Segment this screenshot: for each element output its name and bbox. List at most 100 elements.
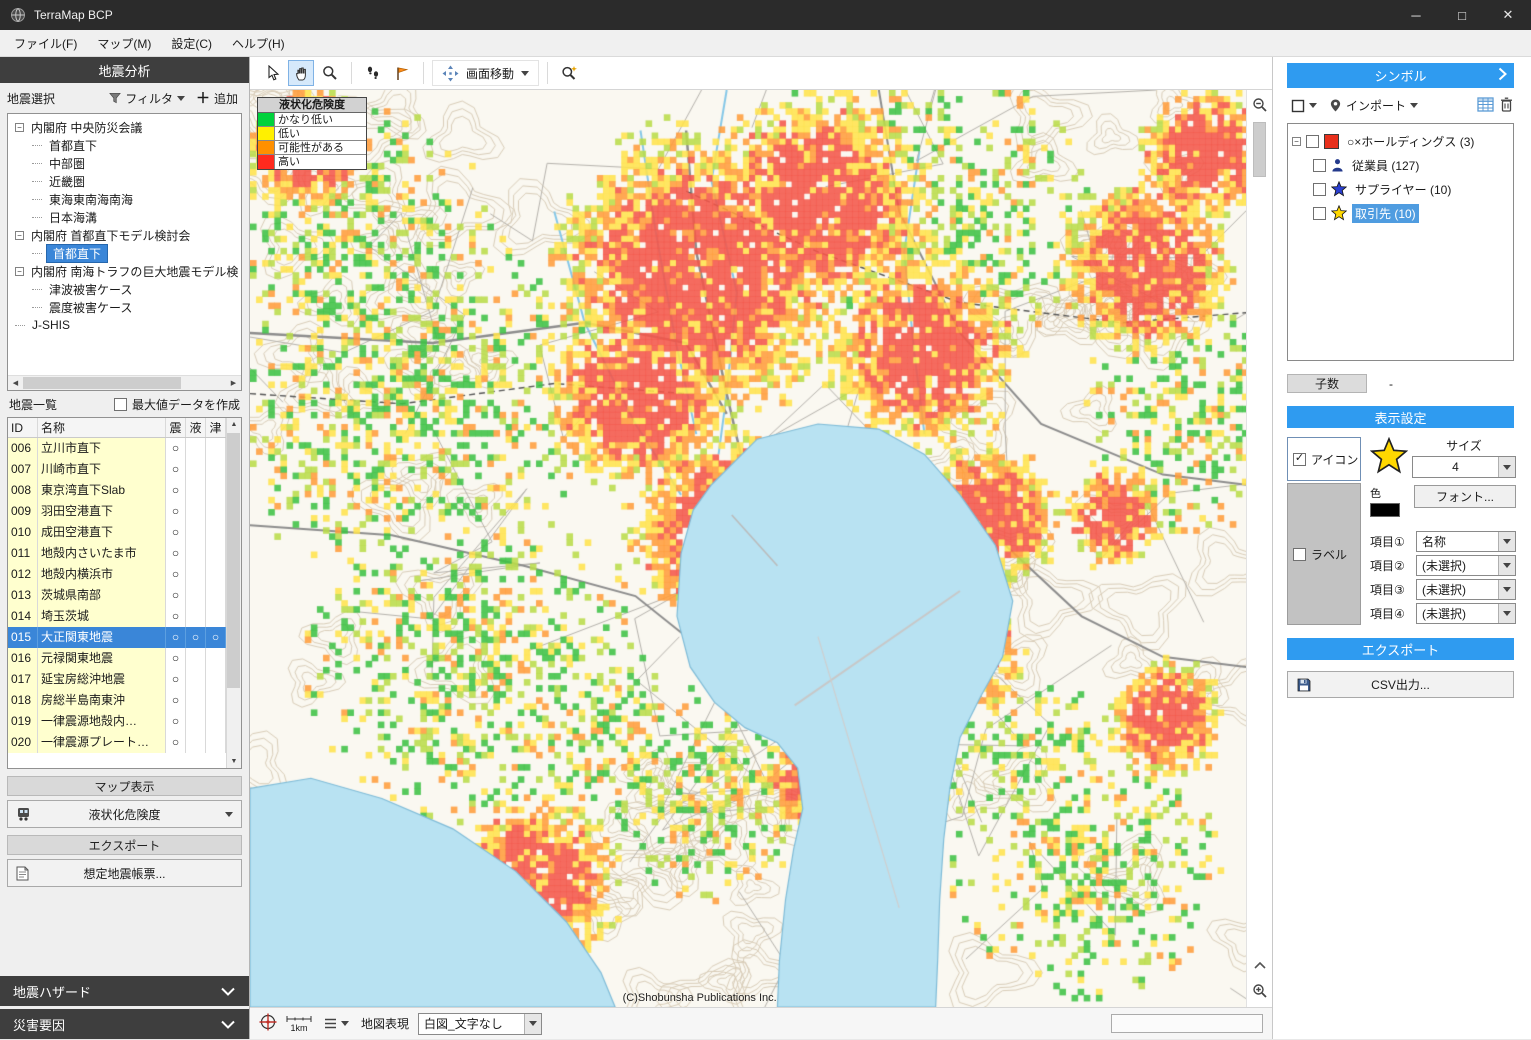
table-row[interactable]: 013茨城県南部○ xyxy=(8,585,226,606)
quake-source-tree[interactable]: −内閣府 中央防災会議首都直下中部圏近畿圏東海東南海南海日本海溝−内閣府 首都直… xyxy=(7,113,242,391)
icon-checkbox[interactable] xyxy=(1293,453,1306,466)
table-row[interactable]: 010成田空港直下○ xyxy=(8,522,226,543)
tree-item[interactable]: 中部圏 xyxy=(11,154,239,172)
column-header-liquefaction[interactable]: 液 xyxy=(186,418,206,437)
tree-item[interactable]: −内閣府 中央防災会議 xyxy=(11,118,239,136)
tree-item[interactable]: −内閣府 首都直下モデル検討会 xyxy=(11,226,239,244)
pan-hand-tool[interactable] xyxy=(288,60,314,86)
table-row[interactable]: 011地殻内さいたま市○ xyxy=(8,543,226,564)
field-drop-button[interactable] xyxy=(1498,604,1515,623)
tree-item[interactable]: −内閣府 南海トラフの巨大地震モデル検 xyxy=(11,262,239,280)
map-style-combo[interactable]: 白図_文字なし xyxy=(418,1013,542,1035)
tree-item[interactable]: 津波被害ケース xyxy=(11,280,239,298)
tree-horizontal-scrollbar[interactable]: ◀ ▶ xyxy=(8,375,241,390)
zoom-slider-thumb[interactable] xyxy=(1253,122,1266,177)
symbol-tree[interactable]: −○×ホールディングス (3)従業員 (127)サプライヤー (10)取引先 (… xyxy=(1287,123,1514,361)
select-cursor-tool[interactable] xyxy=(259,60,285,86)
symbol-checkbox[interactable] xyxy=(1313,183,1326,196)
tree-item[interactable]: 近畿圏 xyxy=(11,172,239,190)
field-drop-button[interactable] xyxy=(1498,580,1515,599)
column-header-tsunami[interactable]: 津 xyxy=(206,418,226,437)
table-row[interactable]: 014埼玉茨城○ xyxy=(8,606,226,627)
tree-item[interactable]: 首都直下 xyxy=(11,136,239,154)
maximize-button[interactable]: □ xyxy=(1439,0,1485,30)
symbol-tree-item[interactable]: −○×ホールディングス (3) xyxy=(1292,129,1509,153)
table-row[interactable]: 006立川市直下○ xyxy=(8,438,226,459)
table-row[interactable]: 008東京湾直下Slab○ xyxy=(8,480,226,501)
field-combo-3[interactable]: (未選択) xyxy=(1416,579,1516,600)
color-swatch[interactable] xyxy=(1370,503,1400,517)
route-tool[interactable] xyxy=(360,60,386,86)
field-combo-1[interactable]: 名称 xyxy=(1416,531,1516,552)
zoom-tool[interactable] xyxy=(317,60,343,86)
symbol-checkbox[interactable] xyxy=(1313,207,1326,220)
table-row[interactable]: 012地殻内横浜市○ xyxy=(8,564,226,585)
menu-item[interactable]: ファイル(F) xyxy=(4,30,87,57)
menu-item[interactable]: ヘルプ(H) xyxy=(222,30,295,57)
size-drop-button[interactable] xyxy=(1498,457,1515,477)
table-row[interactable]: 007川崎市直下○ xyxy=(8,459,226,480)
add-button[interactable]: ＋ 追加 xyxy=(192,88,242,109)
filter-button[interactable]: フィルタ xyxy=(105,88,189,109)
column-header-name[interactable]: 名称 xyxy=(38,418,166,437)
zoom-out-button[interactable] xyxy=(1249,94,1271,116)
zoom-search-tool[interactable] xyxy=(556,60,582,86)
column-header-id[interactable]: ID xyxy=(8,418,38,437)
flag-tool[interactable] xyxy=(389,60,415,86)
map-viewport[interactable]: 液状化危険度 かなり低い低い可能性がある高い (C)Shobunsha Publ… xyxy=(250,90,1272,1007)
table-row[interactable]: 016元禄関東地震○ xyxy=(8,648,226,669)
tree-item[interactable]: 日本海溝 xyxy=(11,208,239,226)
field-combo-4[interactable]: (未選択) xyxy=(1416,603,1516,624)
table-row[interactable]: 017延宝房総沖地震○ xyxy=(8,669,226,690)
map-canvas[interactable] xyxy=(250,90,1246,1007)
delete-button[interactable] xyxy=(1500,97,1513,115)
hazard-layer-button[interactable]: 液状化危険度 xyxy=(7,800,242,828)
table-row[interactable]: 018房総半島南東沖○ xyxy=(8,690,226,711)
symbol-panel-header[interactable]: シンボル xyxy=(1287,63,1514,88)
close-button[interactable]: ✕ xyxy=(1485,0,1531,30)
minimize-button[interactable]: ─ xyxy=(1393,0,1439,30)
strip-collapse-button[interactable] xyxy=(1249,954,1271,976)
scroll-down-icon[interactable]: ▼ xyxy=(231,758,238,765)
csv-export-button[interactable]: CSV出力... xyxy=(1287,671,1514,698)
table-row[interactable]: 020一律震源プレート…○ xyxy=(8,732,226,753)
font-button[interactable]: フォント... xyxy=(1414,485,1516,508)
scroll-right-icon[interactable]: ▶ xyxy=(226,379,241,387)
tree-expander-icon[interactable]: − xyxy=(15,123,24,132)
table-row[interactable]: 009羽田空港直下○ xyxy=(8,501,226,522)
tree-expander-icon[interactable]: − xyxy=(15,267,24,276)
menu-item[interactable]: 設定(C) xyxy=(161,30,222,57)
tree-expander-icon[interactable]: − xyxy=(15,231,24,240)
section-header-disaster[interactable]: 災害要因 xyxy=(0,1009,249,1039)
column-header-shindo[interactable]: 震 xyxy=(166,418,186,437)
section-header-hazard[interactable]: 地震ハザード xyxy=(0,976,249,1006)
symbol-checkbox[interactable] xyxy=(1306,135,1319,148)
tree-item[interactable]: 震度被害ケース xyxy=(11,298,239,316)
shape-select-combo[interactable] xyxy=(1288,97,1320,115)
pan-mode-combo[interactable]: 画面移動 xyxy=(432,60,539,86)
report-button[interactable]: 想定地震帳票... xyxy=(7,859,242,887)
table-scrollbar-thumb[interactable] xyxy=(227,433,240,688)
scrollbar-thumb[interactable] xyxy=(23,377,181,389)
zoom-in-button[interactable] xyxy=(1249,980,1271,1002)
label-checkbox[interactable] xyxy=(1293,548,1306,561)
scroll-up-icon[interactable]: ▲ xyxy=(231,421,238,428)
label-toggle-box[interactable]: ラベル xyxy=(1287,483,1361,625)
layer-list-button[interactable] xyxy=(321,1016,352,1031)
symbol-tree-item[interactable]: 取引先 (10) xyxy=(1292,201,1509,225)
field-drop-button[interactable] xyxy=(1498,556,1515,575)
status-input[interactable] xyxy=(1111,1014,1263,1033)
tree-item[interactable]: 首都直下 xyxy=(11,244,239,262)
tree-item[interactable]: J-SHIS xyxy=(11,316,239,334)
symbol-tree-item[interactable]: 従業員 (127) xyxy=(1292,153,1509,177)
field-drop-button[interactable] xyxy=(1498,532,1515,551)
table-row[interactable]: 015大正関東地震○○○ xyxy=(8,627,226,648)
map-style-drop-button[interactable] xyxy=(524,1014,541,1034)
menu-item[interactable]: マップ(M) xyxy=(87,30,161,57)
attribute-table-button[interactable] xyxy=(1477,97,1494,115)
center-compass-icon[interactable] xyxy=(259,1013,277,1034)
tree-expander-icon[interactable]: − xyxy=(1292,137,1301,146)
table-row[interactable]: 019一律震源地殻内…○ xyxy=(8,711,226,732)
import-button[interactable]: インポート xyxy=(1326,95,1421,116)
field-combo-2[interactable]: (未選択) xyxy=(1416,555,1516,576)
